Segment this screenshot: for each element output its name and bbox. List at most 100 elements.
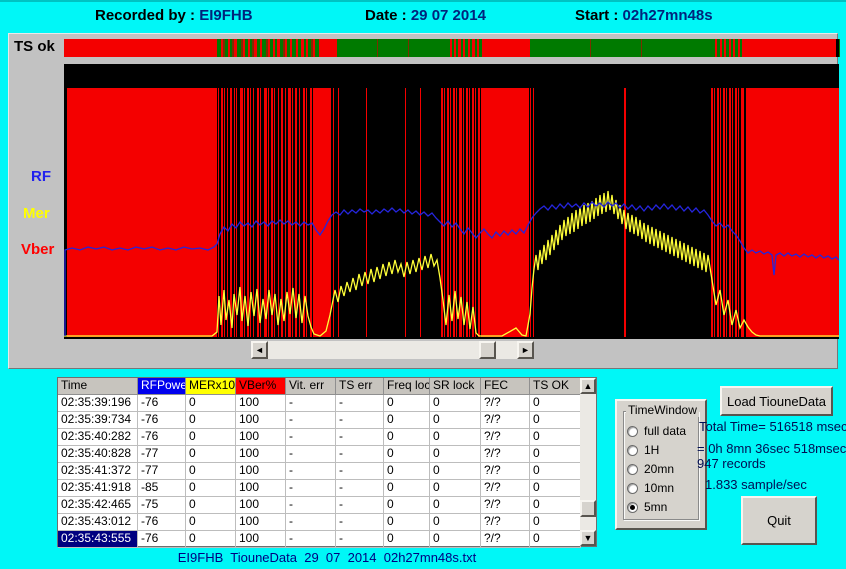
table-cell[interactable]: - <box>336 531 384 548</box>
table-cell[interactable]: 0 <box>430 429 481 446</box>
table-cell[interactable]: - <box>336 412 384 429</box>
table-cell[interactable]: 100 <box>236 446 286 463</box>
table-cell[interactable]: - <box>286 480 336 497</box>
table-cell[interactable]: 02:35:41:918 <box>58 480 138 497</box>
scroll-down-button[interactable]: ▼ <box>580 530 596 546</box>
table-cell[interactable]: 0 <box>430 531 481 548</box>
scroll-right-button[interactable]: ► <box>517 341 534 359</box>
table-cell[interactable]: 0 <box>530 429 581 446</box>
table-cell[interactable]: 02:35:39:196 <box>58 395 138 412</box>
table-cell[interactable]: 0 <box>186 429 236 446</box>
table-cell[interactable]: 0 <box>530 514 581 531</box>
time-window-option-5mn[interactable]: 5mn <box>627 499 703 515</box>
radio-button-icon[interactable] <box>627 445 638 456</box>
table-cell[interactable]: 0 <box>384 429 430 446</box>
table-cell[interactable]: ?/? <box>481 446 530 463</box>
table-cell[interactable]: 0 <box>384 446 430 463</box>
scrollbar-track[interactable] <box>268 341 517 359</box>
table-cell[interactable]: 02:35:40:828 <box>58 446 138 463</box>
table-cell[interactable]: 100 <box>236 480 286 497</box>
table-cell[interactable]: 0 <box>384 412 430 429</box>
chart-h-scrollbar[interactable]: ◄ ► <box>251 341 534 359</box>
radio-button-icon[interactable] <box>627 483 638 494</box>
table-cell[interactable]: - <box>286 463 336 480</box>
table-cell[interactable]: 0 <box>384 514 430 531</box>
quit-button[interactable]: Quit <box>741 496 817 545</box>
table-cell[interactable]: 100 <box>236 514 286 531</box>
table-cell[interactable]: -77 <box>138 463 186 480</box>
radio-button-icon[interactable] <box>627 464 638 475</box>
table-cell[interactable]: 0 <box>530 395 581 412</box>
radio-button-icon[interactable] <box>627 426 638 437</box>
table-cell[interactable]: -77 <box>138 446 186 463</box>
table-cell[interactable]: -75 <box>138 497 186 514</box>
table-cell[interactable]: -76 <box>138 429 186 446</box>
table-cell[interactable]: ?/? <box>481 531 530 548</box>
radio-button-icon[interactable] <box>627 502 638 513</box>
load-tiounedata-button[interactable]: Load TiouneData <box>720 386 833 416</box>
table-cell[interactable]: 100 <box>236 463 286 480</box>
time-window-option-full-data[interactable]: full data <box>627 423 703 439</box>
table-cell[interactable]: 0 <box>384 395 430 412</box>
table-cell[interactable]: 02:35:41:372 <box>58 463 138 480</box>
table-cell[interactable]: - <box>336 514 384 531</box>
table-cell[interactable]: 02:35:43:555 <box>58 531 138 548</box>
table-cell[interactable]: 100 <box>236 497 286 514</box>
table-cell[interactable]: 0 <box>430 463 481 480</box>
time-window-option-10mn[interactable]: 10mn <box>627 480 703 496</box>
table-cell[interactable]: 0 <box>530 412 581 429</box>
table-cell[interactable]: ?/? <box>481 463 530 480</box>
table-cell[interactable]: 02:35:39:734 <box>58 412 138 429</box>
table-cell[interactable]: 0 <box>530 531 581 548</box>
table-cell[interactable]: -76 <box>138 412 186 429</box>
table-cell[interactable]: 02:35:40:282 <box>58 429 138 446</box>
table-cell[interactable]: - <box>336 480 384 497</box>
table-v-scrollbar[interactable]: ▲ ▼ <box>580 378 596 546</box>
table-cell[interactable]: 100 <box>236 531 286 548</box>
table-cell[interactable]: - <box>286 395 336 412</box>
table-cell[interactable]: 0 <box>530 463 581 480</box>
table-cell[interactable]: ?/? <box>481 429 530 446</box>
table-cell[interactable]: 0 <box>430 514 481 531</box>
table-cell[interactable]: 0 <box>384 497 430 514</box>
table-cell[interactable]: 0 <box>384 480 430 497</box>
table-cell[interactable]: ?/? <box>481 497 530 514</box>
table-cell[interactable]: 0 <box>186 446 236 463</box>
table-cell[interactable]: 02:35:43:012 <box>58 514 138 531</box>
scrollbar-thumb[interactable] <box>580 500 596 517</box>
table-cell[interactable]: - <box>286 446 336 463</box>
table-cell[interactable]: 0 <box>186 480 236 497</box>
table-cell[interactable]: - <box>336 497 384 514</box>
table-cell[interactable]: 0 <box>384 531 430 548</box>
scrollbar-thumb[interactable] <box>479 341 496 359</box>
table-cell[interactable]: -76 <box>138 395 186 412</box>
scroll-up-button[interactable]: ▲ <box>580 378 596 394</box>
time-window-option-20mn[interactable]: 20mn <box>627 461 703 477</box>
table-cell[interactable]: 0 <box>430 497 481 514</box>
table-cell[interactable]: 100 <box>236 429 286 446</box>
table-cell[interactable]: 02:35:42:465 <box>58 497 138 514</box>
table-cell[interactable]: 0 <box>186 514 236 531</box>
table-cell[interactable]: 0 <box>186 412 236 429</box>
table-cell[interactable]: 0 <box>430 412 481 429</box>
table-cell[interactable]: 0 <box>186 395 236 412</box>
table-cell[interactable]: 0 <box>530 446 581 463</box>
table-cell[interactable]: 100 <box>236 395 286 412</box>
table-cell[interactable]: 0 <box>186 531 236 548</box>
time-window-option-1h[interactable]: 1H <box>627 442 703 458</box>
scroll-left-button[interactable]: ◄ <box>251 341 268 359</box>
table-cell[interactable]: ?/? <box>481 412 530 429</box>
table-cell[interactable]: - <box>286 514 336 531</box>
table-cell[interactable]: 0 <box>430 446 481 463</box>
scrollbar-track[interactable] <box>580 394 596 530</box>
table-cell[interactable]: ?/? <box>481 395 530 412</box>
table-cell[interactable]: -85 <box>138 480 186 497</box>
table-cell[interactable]: -76 <box>138 514 186 531</box>
table-cell[interactable]: -76 <box>138 531 186 548</box>
table-cell[interactable]: 0 <box>430 395 481 412</box>
table-cell[interactable]: - <box>286 497 336 514</box>
table-cell[interactable]: 100 <box>236 412 286 429</box>
table-cell[interactable]: 0 <box>186 497 236 514</box>
table-cell[interactable]: 0 <box>530 480 581 497</box>
table-cell[interactable]: ?/? <box>481 480 530 497</box>
